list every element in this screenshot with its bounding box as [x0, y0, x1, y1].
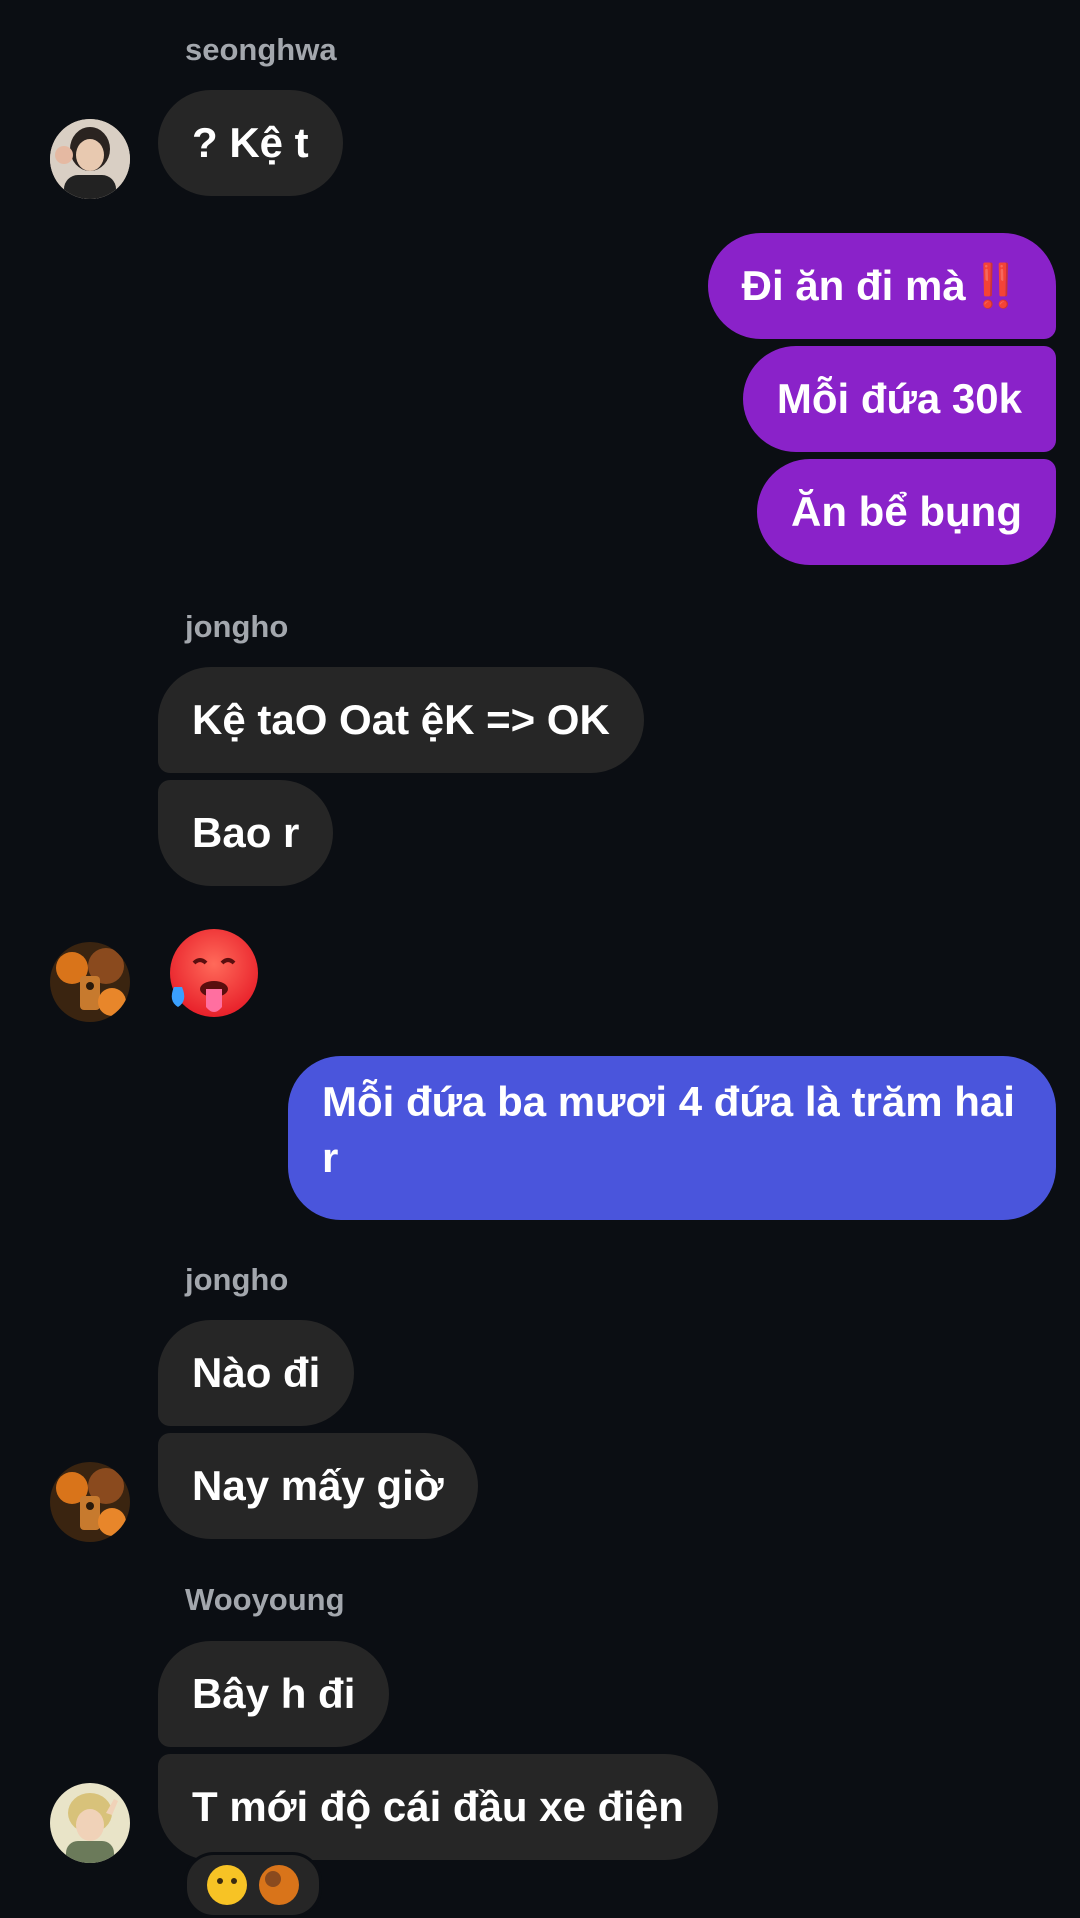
avatar-wooyoung[interactable]	[50, 1783, 130, 1863]
message-bubble[interactable]: ? Kệ t	[158, 90, 343, 196]
message-text: Mỗi đứa 30k	[776, 375, 1022, 422]
message-bubble[interactable]: T mới độ cái đầu xe điện	[158, 1754, 718, 1860]
message-text-line: Mỗi đứa ba mươi 4 đứa là trăm hai	[322, 1078, 1015, 1125]
message-bubble[interactable]: Bao r	[158, 780, 334, 886]
avatar-jongho[interactable]	[50, 1462, 130, 1542]
sender-name: jongho	[185, 1262, 289, 1297]
message-text: Nay mấy giờ	[192, 1462, 444, 1509]
message-text: Kệ taO Oat ệK => OK	[192, 696, 610, 743]
message-bubble[interactable]: Kệ taO Oat ệK => OK	[158, 667, 644, 773]
message-text: Bây h đi	[192, 1670, 356, 1717]
sender-name: Wooyoung	[185, 1582, 345, 1617]
sender-name: jongho	[185, 609, 289, 644]
message-bubble-outgoing[interactable]: Mỗi đứa ba mươi 4 đứa là trăm hai r	[288, 1056, 1056, 1220]
hot-face-emoji[interactable]	[164, 925, 264, 1030]
message-text: Bao r	[192, 809, 300, 856]
message-text: Nào đi	[192, 1349, 321, 1396]
message-text: ? Kệ t	[192, 119, 309, 166]
reaction-bar[interactable]	[184, 1852, 322, 1918]
message-text: T mới độ cái đầu xe điện	[192, 1783, 684, 1830]
message-text: Ăn bể bụng	[791, 488, 1022, 535]
message-bubble[interactable]: Nay mấy giờ	[158, 1433, 478, 1539]
message-bubble[interactable]: Bây h đi	[158, 1641, 390, 1747]
message-bubble[interactable]: Nào đi	[158, 1320, 355, 1426]
double-exclamation-icon: ‼️	[969, 262, 1022, 309]
avatar-jongho[interactable]	[50, 942, 130, 1022]
message-bubble-outgoing[interactable]: Mỗi đứa 30k	[742, 346, 1056, 452]
message-bubble-outgoing[interactable]: Ăn bể bụng	[757, 459, 1056, 565]
avatar-seonghwa[interactable]	[50, 119, 130, 199]
message-text: Đi ăn đi mà	[741, 262, 966, 309]
message-bubble-outgoing[interactable]: Đi ăn đi mà‼️	[707, 233, 1056, 339]
smile-reaction-icon	[207, 1865, 247, 1905]
message-text-line: r	[322, 1134, 339, 1181]
sender-name: seonghwa	[185, 32, 337, 67]
